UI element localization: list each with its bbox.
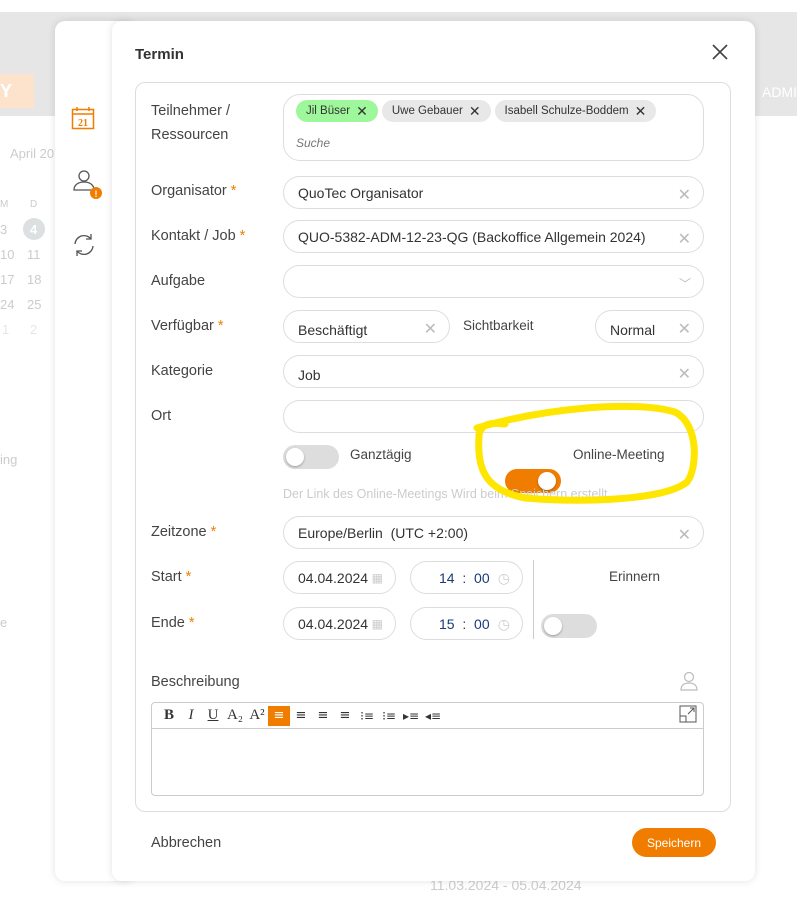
remove-icon[interactable]: ✕ xyxy=(469,103,481,120)
weekday: M xyxy=(0,199,9,210)
day: 4 xyxy=(30,222,38,237)
start-label: Start * xyxy=(151,569,192,585)
participants-field[interactable]: Jil Büser ✕ Uwe Gebauer ✕ Isabell Schulze-Bo… xyxy=(283,94,704,161)
timezone-label: Zeitzone * xyxy=(151,524,217,540)
calendar-icon[interactable]: 21 xyxy=(71,106,95,133)
day: 24 xyxy=(0,297,15,312)
participant-search-input[interactable]: Suche xyxy=(296,136,691,150)
day: 1 xyxy=(2,322,10,337)
subscript-button[interactable]: A₂ xyxy=(224,707,246,724)
clear-icon[interactable]: ✕ xyxy=(424,319,437,339)
background-button: Y xyxy=(0,74,34,108)
indent-button[interactable]: ▸≡ xyxy=(400,709,422,723)
task-select[interactable]: ﹀ xyxy=(283,265,704,298)
bullet-list-button[interactable]: ⁝≡ xyxy=(356,709,378,723)
clear-icon[interactable]: ✕ xyxy=(678,319,691,339)
end-label: Ende * xyxy=(151,615,195,631)
align-left-button[interactable]: ≡ xyxy=(268,705,290,726)
justify-button[interactable]: ≡ xyxy=(334,708,356,723)
contact-field[interactable]: QUO-5382-ADM-12-23-QG (Backoffice Allgem… xyxy=(283,220,704,253)
timezone-field[interactable]: Europe/Berlin (UTC +2:00) ✕ xyxy=(283,516,704,549)
visibility-label: Sichtbarkeit xyxy=(463,318,534,333)
user-icon[interactable] xyxy=(679,670,699,695)
participant-chip: Isabell Schulze-Boddem ✕ xyxy=(494,100,657,122)
remind-toggle[interactable] xyxy=(541,614,597,638)
all-day-toggle[interactable] xyxy=(283,445,339,469)
italic-button[interactable]: I xyxy=(180,707,202,724)
highlight-annotation xyxy=(473,402,698,504)
participants-label: Teilnehmer / xyxy=(151,103,230,119)
chip-label: Uwe Gebauer xyxy=(391,105,463,117)
day: 25 xyxy=(27,297,42,312)
calendar-icon[interactable]: ▦ xyxy=(372,617,383,631)
clear-icon[interactable]: ✕ xyxy=(678,525,691,545)
start-date-field[interactable]: 04.04.2024 ▦ xyxy=(283,561,396,594)
organizer-label: Organisator * xyxy=(151,183,237,199)
save-button[interactable]: Speichern xyxy=(632,828,716,857)
calendar-icon[interactable]: ▦ xyxy=(372,571,383,585)
day: 3 xyxy=(0,222,8,237)
day: 2 xyxy=(30,322,38,337)
participant-chip: Jil Büser ✕ xyxy=(296,100,378,122)
day: 17 xyxy=(0,272,15,287)
user-warning-icon[interactable]: ! xyxy=(72,168,106,205)
day: 11 xyxy=(27,247,41,262)
weekday: D xyxy=(30,199,38,210)
chip-label: Isabell Schulze-Boddem xyxy=(504,105,629,117)
location-label: Ort xyxy=(151,408,172,424)
visibility-field[interactable]: Normal ✕ xyxy=(595,310,704,343)
category-field[interactable]: Job ✕ xyxy=(283,355,704,388)
align-center-button[interactable]: ≡ xyxy=(290,708,312,723)
clear-icon[interactable]: ✕ xyxy=(678,364,691,384)
day: 18 xyxy=(27,272,42,287)
background-month: April 20 xyxy=(10,146,55,161)
participants-label: Ressourcen xyxy=(151,127,229,143)
align-right-button[interactable]: ≡ xyxy=(312,708,334,723)
description-editor[interactable]: B I U A₂ A² ≡ ≡ ≡ ≡ ⁝≡ ⁝≡ ▸≡ ◂≡ xyxy=(151,702,704,796)
numbered-list-button[interactable]: ⁝≡ xyxy=(378,709,400,723)
chevron-down-icon[interactable]: ﹀ xyxy=(679,275,691,292)
cancel-button[interactable]: Abbrechen xyxy=(151,835,221,851)
category-label: Kategorie xyxy=(151,363,214,379)
description-label: Beschreibung xyxy=(151,674,240,690)
bold-button[interactable]: B xyxy=(158,707,180,724)
task-label: Aufgabe xyxy=(151,273,206,289)
superscript-button[interactable]: A² xyxy=(246,707,268,724)
background-admin: ADMI xyxy=(762,84,797,100)
start-time-field[interactable]: 14 : 00 ◷ xyxy=(410,561,523,594)
day: 10 xyxy=(0,247,15,262)
clear-icon[interactable]: ✕ xyxy=(678,229,691,249)
close-icon[interactable] xyxy=(710,42,730,65)
participant-chip: Uwe Gebauer ✕ xyxy=(381,100,491,122)
available-label: Verfügbar * xyxy=(151,318,224,334)
divider xyxy=(533,560,534,639)
svg-text:!: ! xyxy=(95,189,98,199)
remove-icon[interactable]: ✕ xyxy=(635,103,647,120)
available-field[interactable]: Beschäftigt ✕ xyxy=(283,310,450,343)
chip-label: Jil Büser xyxy=(306,105,351,117)
clock-icon[interactable]: ◷ xyxy=(498,570,510,587)
background-text: ing xyxy=(0,452,18,467)
end-date-field[interactable]: 04.04.2024 ▦ xyxy=(283,607,396,640)
end-time-field[interactable]: 15 : 00 ◷ xyxy=(410,607,523,640)
sync-icon[interactable] xyxy=(72,232,96,261)
remove-icon[interactable]: ✕ xyxy=(356,103,368,120)
expand-icon[interactable] xyxy=(679,705,697,726)
clock-icon[interactable]: ◷ xyxy=(498,616,510,633)
organizer-field[interactable]: QuoTec Organisator ✕ xyxy=(283,176,704,209)
underline-button[interactable]: U xyxy=(202,707,224,724)
clear-icon[interactable]: ✕ xyxy=(678,185,691,205)
outdent-button[interactable]: ◂≡ xyxy=(422,709,444,723)
all-day-label: Ganztägig xyxy=(350,447,412,462)
svg-text:21: 21 xyxy=(78,118,88,129)
remind-label: Erinnern xyxy=(609,569,661,584)
background-text: e xyxy=(0,615,8,630)
dialog-title: Termin xyxy=(135,46,184,63)
editor-toolbar: B I U A₂ A² ≡ ≡ ≡ ≡ ⁝≡ ⁝≡ ▸≡ ◂≡ xyxy=(152,703,703,729)
contact-label: Kontakt / Job * xyxy=(151,228,246,244)
